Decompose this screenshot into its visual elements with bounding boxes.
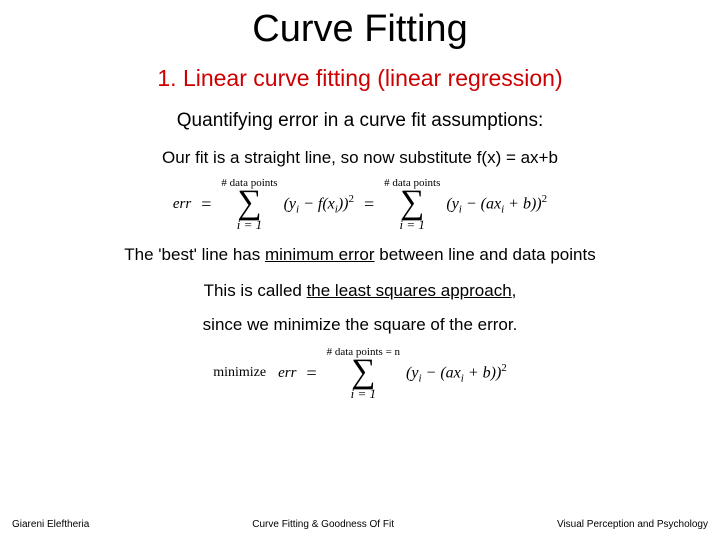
sup-2: 2 <box>501 362 507 374</box>
t3b: − (ax <box>422 364 461 381</box>
summation-2: # data points ∑ i = 1 <box>384 178 440 231</box>
term-2: (yi − (axi + b))2 <box>446 193 547 216</box>
l3a: The 'best' line has <box>124 245 265 264</box>
t1b: − f(x <box>299 196 335 213</box>
l3c: between line and data points <box>375 245 596 264</box>
slide-title: Curve Fitting <box>0 0 720 51</box>
sum-lower-3: i = 1 <box>351 387 376 400</box>
equals-2: = <box>364 194 374 215</box>
substitution-line: Our fit is a straight line, so now subst… <box>0 148 720 168</box>
t2a: (y <box>446 196 458 213</box>
l4b-underlined: the least squares approach <box>307 281 512 300</box>
footer-right: Visual Perception and Psychology <box>557 519 708 530</box>
footer-left: Giareni Eleftheria <box>12 519 89 530</box>
least-squares-text: This is called the least squares approac… <box>0 281 720 301</box>
err-label-2: err <box>278 365 296 382</box>
slide-footer: Giareni Eleftheria Curve Fitting & Goodn… <box>0 519 720 530</box>
t1c: )) <box>338 196 349 213</box>
minimize-text: since we minimize the square of the erro… <box>0 315 720 335</box>
l4a: This is called <box>204 281 307 300</box>
error-equation-2: minimize err = # data points = n ∑ i = 1… <box>0 347 720 400</box>
l4c: , <box>512 281 517 300</box>
equals-1: = <box>201 194 211 215</box>
footer-center: Curve Fitting & Goodness Of Fit <box>252 519 394 530</box>
err-label: err <box>173 196 191 213</box>
assumptions-heading: Quantifying error in a curve fit assumpt… <box>0 110 720 132</box>
t3a: (y <box>406 364 418 381</box>
sup-2: 2 <box>348 193 354 205</box>
sum-lower-1: i = 1 <box>237 218 262 231</box>
t3c: + b)) <box>464 364 501 381</box>
equals-3: = <box>306 363 316 384</box>
t2c: + b)) <box>504 196 541 213</box>
sigma-icon: ∑ <box>351 358 375 387</box>
l3b-underlined: minimum error <box>265 245 375 264</box>
error-equation-1: err = # data points ∑ i = 1 (yi − f(xi))… <box>0 178 720 231</box>
slide-subtitle: 1. Linear curve fitting (linear regressi… <box>0 65 720 92</box>
sup-2: 2 <box>542 193 548 205</box>
summation-3: # data points = n ∑ i = 1 <box>327 347 400 400</box>
term-3: (yi − (axi + b))2 <box>406 362 507 385</box>
best-line-text: The 'best' line has minimum error betwee… <box>0 245 720 265</box>
t1a: (y <box>284 196 296 213</box>
minimize-label: minimize <box>213 365 266 381</box>
sigma-icon: ∑ <box>237 189 261 218</box>
summation-1: # data points ∑ i = 1 <box>221 178 277 231</box>
sigma-icon: ∑ <box>400 189 424 218</box>
sum-lower-2: i = 1 <box>400 218 425 231</box>
t2b: − (ax <box>462 196 501 213</box>
term-1: (yi − f(xi))2 <box>284 193 354 216</box>
